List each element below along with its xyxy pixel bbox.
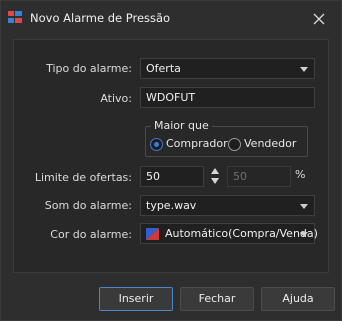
- spin-up-icon[interactable]: [211, 168, 219, 174]
- chevron-down-icon: [300, 232, 308, 237]
- title-bar: Novo Alarme de Pressão: [1, 1, 341, 35]
- radio-comprador-label: Comprador: [166, 137, 228, 150]
- alarm-dialog: Novo Alarme de Pressão Tipo do alarme: O…: [0, 0, 342, 321]
- percent-symbol: %: [295, 168, 306, 181]
- limite-spinner[interactable]: [210, 166, 220, 187]
- spin-down-icon[interactable]: [211, 178, 219, 184]
- cor-label: Cor do alarme:: [50, 228, 132, 241]
- ativo-label: Ativo:: [100, 92, 132, 105]
- ativo-input[interactable]: WDOFUT: [140, 87, 315, 108]
- close-icon: [313, 13, 325, 25]
- som-value: type.wav: [146, 199, 197, 212]
- color-swatch-icon: [146, 228, 159, 240]
- som-label: Som do alarme:: [44, 199, 132, 212]
- limite-label: Limite de ofertas:: [34, 171, 132, 184]
- tipo-value: Oferta: [146, 62, 181, 75]
- inserir-button[interactable]: Inserir: [99, 287, 173, 311]
- group-title: Maior que: [151, 119, 212, 132]
- radio-vendedor-label: Vendedor: [244, 137, 297, 150]
- close-button[interactable]: [307, 8, 331, 30]
- percent-input: 50: [227, 166, 291, 187]
- maior-que-group: Maior que Comprador Vendedor: [145, 119, 308, 157]
- cor-select[interactable]: Automático(Compra/Venda): [140, 223, 318, 244]
- cor-value: Automático(Compra/Venda): [165, 227, 318, 240]
- chevron-down-icon: [300, 204, 308, 209]
- chevron-down-icon: [300, 67, 308, 72]
- form-panel: Tipo do alarme: Oferta Ativo: WDOFUT Mai…: [13, 39, 329, 273]
- radio-comprador[interactable]: [150, 138, 163, 151]
- radio-vendedor[interactable]: [228, 138, 241, 151]
- tipo-select[interactable]: Oferta: [140, 58, 315, 79]
- window-title: Novo Alarme de Pressão: [30, 11, 171, 25]
- tipo-label: Tipo do alarme:: [46, 62, 132, 75]
- fechar-button[interactable]: Fechar: [180, 287, 254, 311]
- som-select[interactable]: type.wav: [140, 195, 315, 216]
- ajuda-button[interactable]: Ajuda: [261, 287, 335, 311]
- limite-input[interactable]: 50: [140, 166, 204, 187]
- app-logo-icon: [8, 11, 22, 23]
